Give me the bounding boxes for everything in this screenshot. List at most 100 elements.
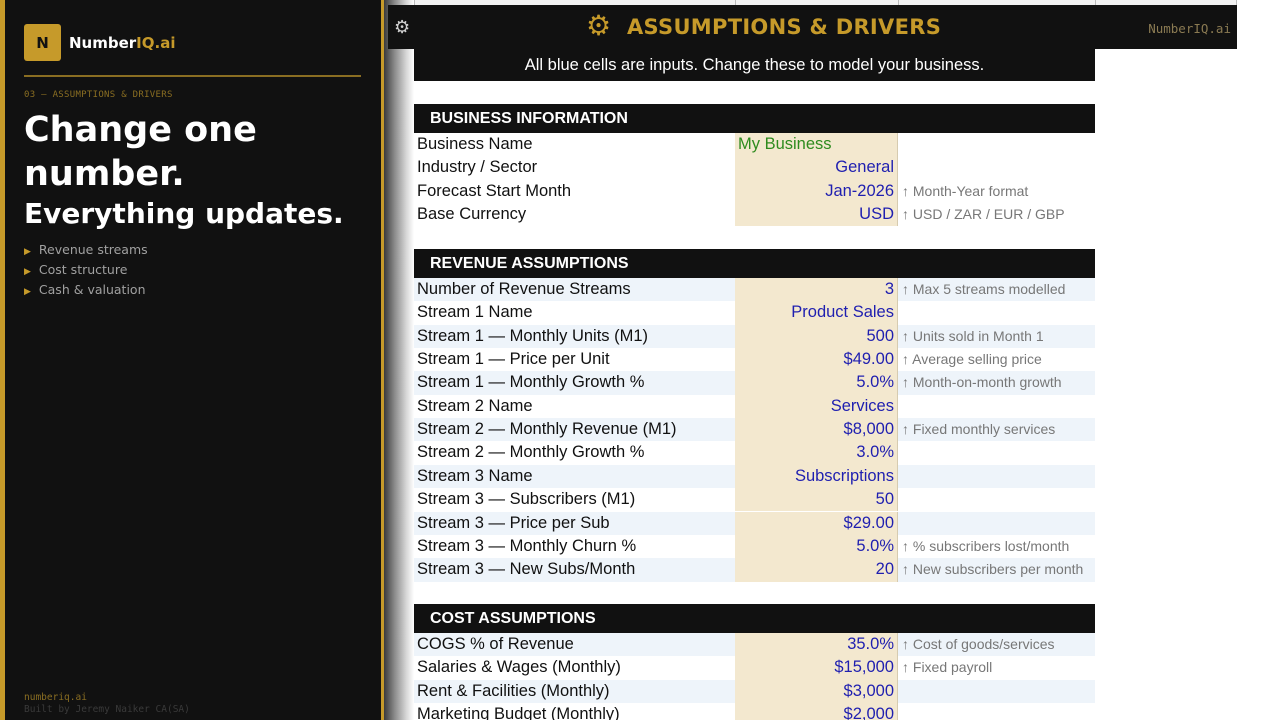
table-row: Business Name My Business [414, 133, 1095, 157]
table-row: Stream 3 — Price per Sub $29.00 [414, 511, 1095, 535]
table-row: Base Currency USD ↑ USD / ZAR / EUR / GB… [414, 203, 1095, 227]
input-cell[interactable]: 5.0% [735, 534, 898, 559]
row-label: Stream 1 — Price per Unit [417, 350, 610, 369]
brand-name-prefix: Number [69, 33, 137, 52]
input-cell[interactable]: $29.00 [735, 511, 898, 535]
input-cell[interactable]: Product Sales [735, 301, 898, 325]
table-row: Stream 2 — Monthly Growth % 3.0% [414, 441, 1095, 465]
input-cell[interactable]: 35.0% [735, 633, 898, 657]
input-cell[interactable]: USD [735, 203, 898, 227]
table-row: Forecast Start Month Jan-2026 ↑ Month-Ye… [414, 179, 1095, 204]
input-cell[interactable]: $15,000 [735, 656, 898, 680]
triangle-right-icon: ▶ [24, 267, 31, 277]
headline: Change one number. [24, 110, 257, 194]
gear-icon[interactable]: ⚙ [394, 18, 410, 36]
row-note: ↑ % subscribers lost/month [902, 537, 1070, 554]
table-row: COGS % of Revenue 35.0% ↑ Cost of goods/… [414, 633, 1095, 657]
row-label: Stream 2 — Monthly Revenue (M1) [417, 420, 677, 439]
table-row: Industry / Sector General [414, 156, 1095, 180]
footer-credit: Built by Jeremy Naiker CA(SA) [24, 704, 190, 715]
section-label: 03 — ASSUMPTIONS & DRIVERS [24, 90, 173, 100]
input-cell[interactable]: 3 [735, 278, 898, 302]
logo-icon: N [24, 24, 61, 61]
row-label: Stream 1 — Monthly Growth % [417, 373, 645, 392]
input-cell[interactable]: Services [735, 394, 898, 419]
section-title: BUSINESS INFORMATION [430, 110, 628, 127]
table-row: Salaries & Wages (Monthly) $15,000 ↑ Fix… [414, 656, 1095, 680]
row-note: ↑ Cost of goods/services [902, 636, 1055, 652]
table-row: Stream 3 — Monthly Churn % 5.0% ↑ % subs… [414, 534, 1095, 559]
subheadline: Everything updates. [24, 197, 344, 230]
section-header-business: BUSINESS INFORMATION [414, 104, 1095, 133]
section-header-revenue: REVENUE ASSUMPTIONS [414, 249, 1095, 278]
row-note: ↑ Average selling price [902, 351, 1042, 368]
sheet-subtitle: All blue cells are inputs. Change these … [414, 49, 1095, 81]
table-row: Stream 3 — Subscribers (M1) 50 [414, 488, 1095, 512]
triangle-right-icon: ▶ [24, 287, 31, 297]
input-cell[interactable]: 20 [735, 558, 898, 582]
row-label: Stream 3 — Monthly Churn % [417, 536, 637, 555]
feature-label: Revenue streams [38, 242, 148, 257]
table-row: Stream 3 Name Subscriptions [414, 464, 1095, 489]
table-row: Marketing Budget (Monthly) $2,000 [414, 703, 1095, 720]
row-note: ↑ Month-Year format [902, 182, 1029, 199]
table-row: Stream 1 — Price per Unit $49.00 ↑ Avera… [414, 348, 1095, 372]
feature-list: ▶ Revenue streams ▶ Cost structure ▶ Cash &… [24, 241, 148, 301]
row-label: Stream 1 Name [417, 303, 533, 322]
row-label: Industry / Sector [417, 158, 538, 177]
input-cell[interactable]: $8,000 [735, 418, 898, 442]
triangle-right-icon: ▶ [24, 247, 31, 257]
brand-name-accent: IQ.ai [136, 33, 176, 52]
left-panel: N NumberIQ.ai 03 — ASSUMPTIONS & DRIVERS… [0, 0, 381, 720]
section-title: REVENUE ASSUMPTIONS [430, 255, 629, 272]
row-label: Base Currency [417, 205, 527, 224]
row-note: ↑ Month-on-month growth [902, 374, 1062, 391]
feature-label: Cost structure [38, 262, 128, 277]
row-label: COGS % of Revenue [417, 635, 574, 653]
row-note: ↑ Fixed payroll [902, 659, 993, 676]
input-cell[interactable]: Subscriptions [735, 464, 898, 489]
table-row: Stream 3 — New Subs/Month 20 ↑ New subsc… [414, 558, 1095, 582]
brand[interactable]: N NumberIQ.ai [24, 24, 175, 61]
input-cell[interactable]: $3,000 [735, 679, 898, 704]
row-label: Stream 3 — Price per Sub [417, 513, 610, 532]
table-row: Stream 2 Name Services [414, 394, 1095, 419]
row-label: Forecast Start Month [417, 181, 572, 200]
input-cell[interactable]: Jan-2026 [735, 179, 898, 204]
divider [24, 75, 361, 77]
input-cell[interactable]: General [735, 156, 898, 180]
row-note: ↑ USD / ZAR / EUR / GBP [902, 206, 1065, 223]
row-label: Stream 3 Name [417, 466, 533, 485]
table-row: Stream 2 — Monthly Revenue (M1) $8,000 ↑… [414, 418, 1095, 442]
accent-stripe [0, 0, 5, 720]
panel-shadow [384, 0, 414, 720]
input-cell[interactable]: My Business [735, 133, 898, 157]
input-cell[interactable]: $2,000 [735, 703, 898, 720]
section-header-cost: COST ASSUMPTIONS [414, 604, 1095, 633]
row-label: Stream 3 — Subscribers (M1) [417, 490, 636, 509]
table-row: Stream 1 — Monthly Growth % 5.0% ↑ Month… [414, 371, 1095, 395]
input-cell[interactable]: 3.0% [735, 441, 898, 465]
table-row: Stream 1 Name Product Sales [414, 301, 1095, 325]
footer-site[interactable]: numberiq.ai [24, 692, 87, 703]
feature-item: ▶ Revenue streams [24, 241, 148, 261]
brand-name: NumberIQ.ai [69, 34, 175, 52]
feature-item: ▶ Cash & valuation [24, 281, 148, 301]
table-row: Stream 1 — Monthly Units (M1) 500 ↑ Unit… [414, 324, 1095, 349]
table-row: Rent & Facilities (Monthly) $3,000 [414, 679, 1095, 704]
row-label: Marketing Budget (Monthly) [417, 705, 620, 720]
row-label: Stream 2 Name [417, 396, 533, 415]
row-note: ↑ Max 5 streams modelled [902, 281, 1066, 297]
input-cell[interactable]: 500 [735, 324, 898, 349]
row-label: Number of Revenue Streams [417, 280, 631, 298]
input-cell[interactable]: 50 [735, 488, 898, 512]
row-note: ↑ Units sold in Month 1 [902, 327, 1044, 344]
input-cell[interactable]: 5.0% [735, 371, 898, 395]
row-note: ↑ Fixed monthly services [902, 421, 1056, 438]
input-cell[interactable]: $49.00 [735, 348, 898, 372]
row-label: Stream 3 — New Subs/Month [417, 560, 636, 579]
row-label: Business Name [417, 135, 533, 153]
row-note: ↑ New subscribers per month [902, 561, 1084, 578]
feature-item: ▶ Cost structure [24, 261, 148, 281]
row-label: Stream 2 — Monthly Growth % [417, 443, 645, 462]
